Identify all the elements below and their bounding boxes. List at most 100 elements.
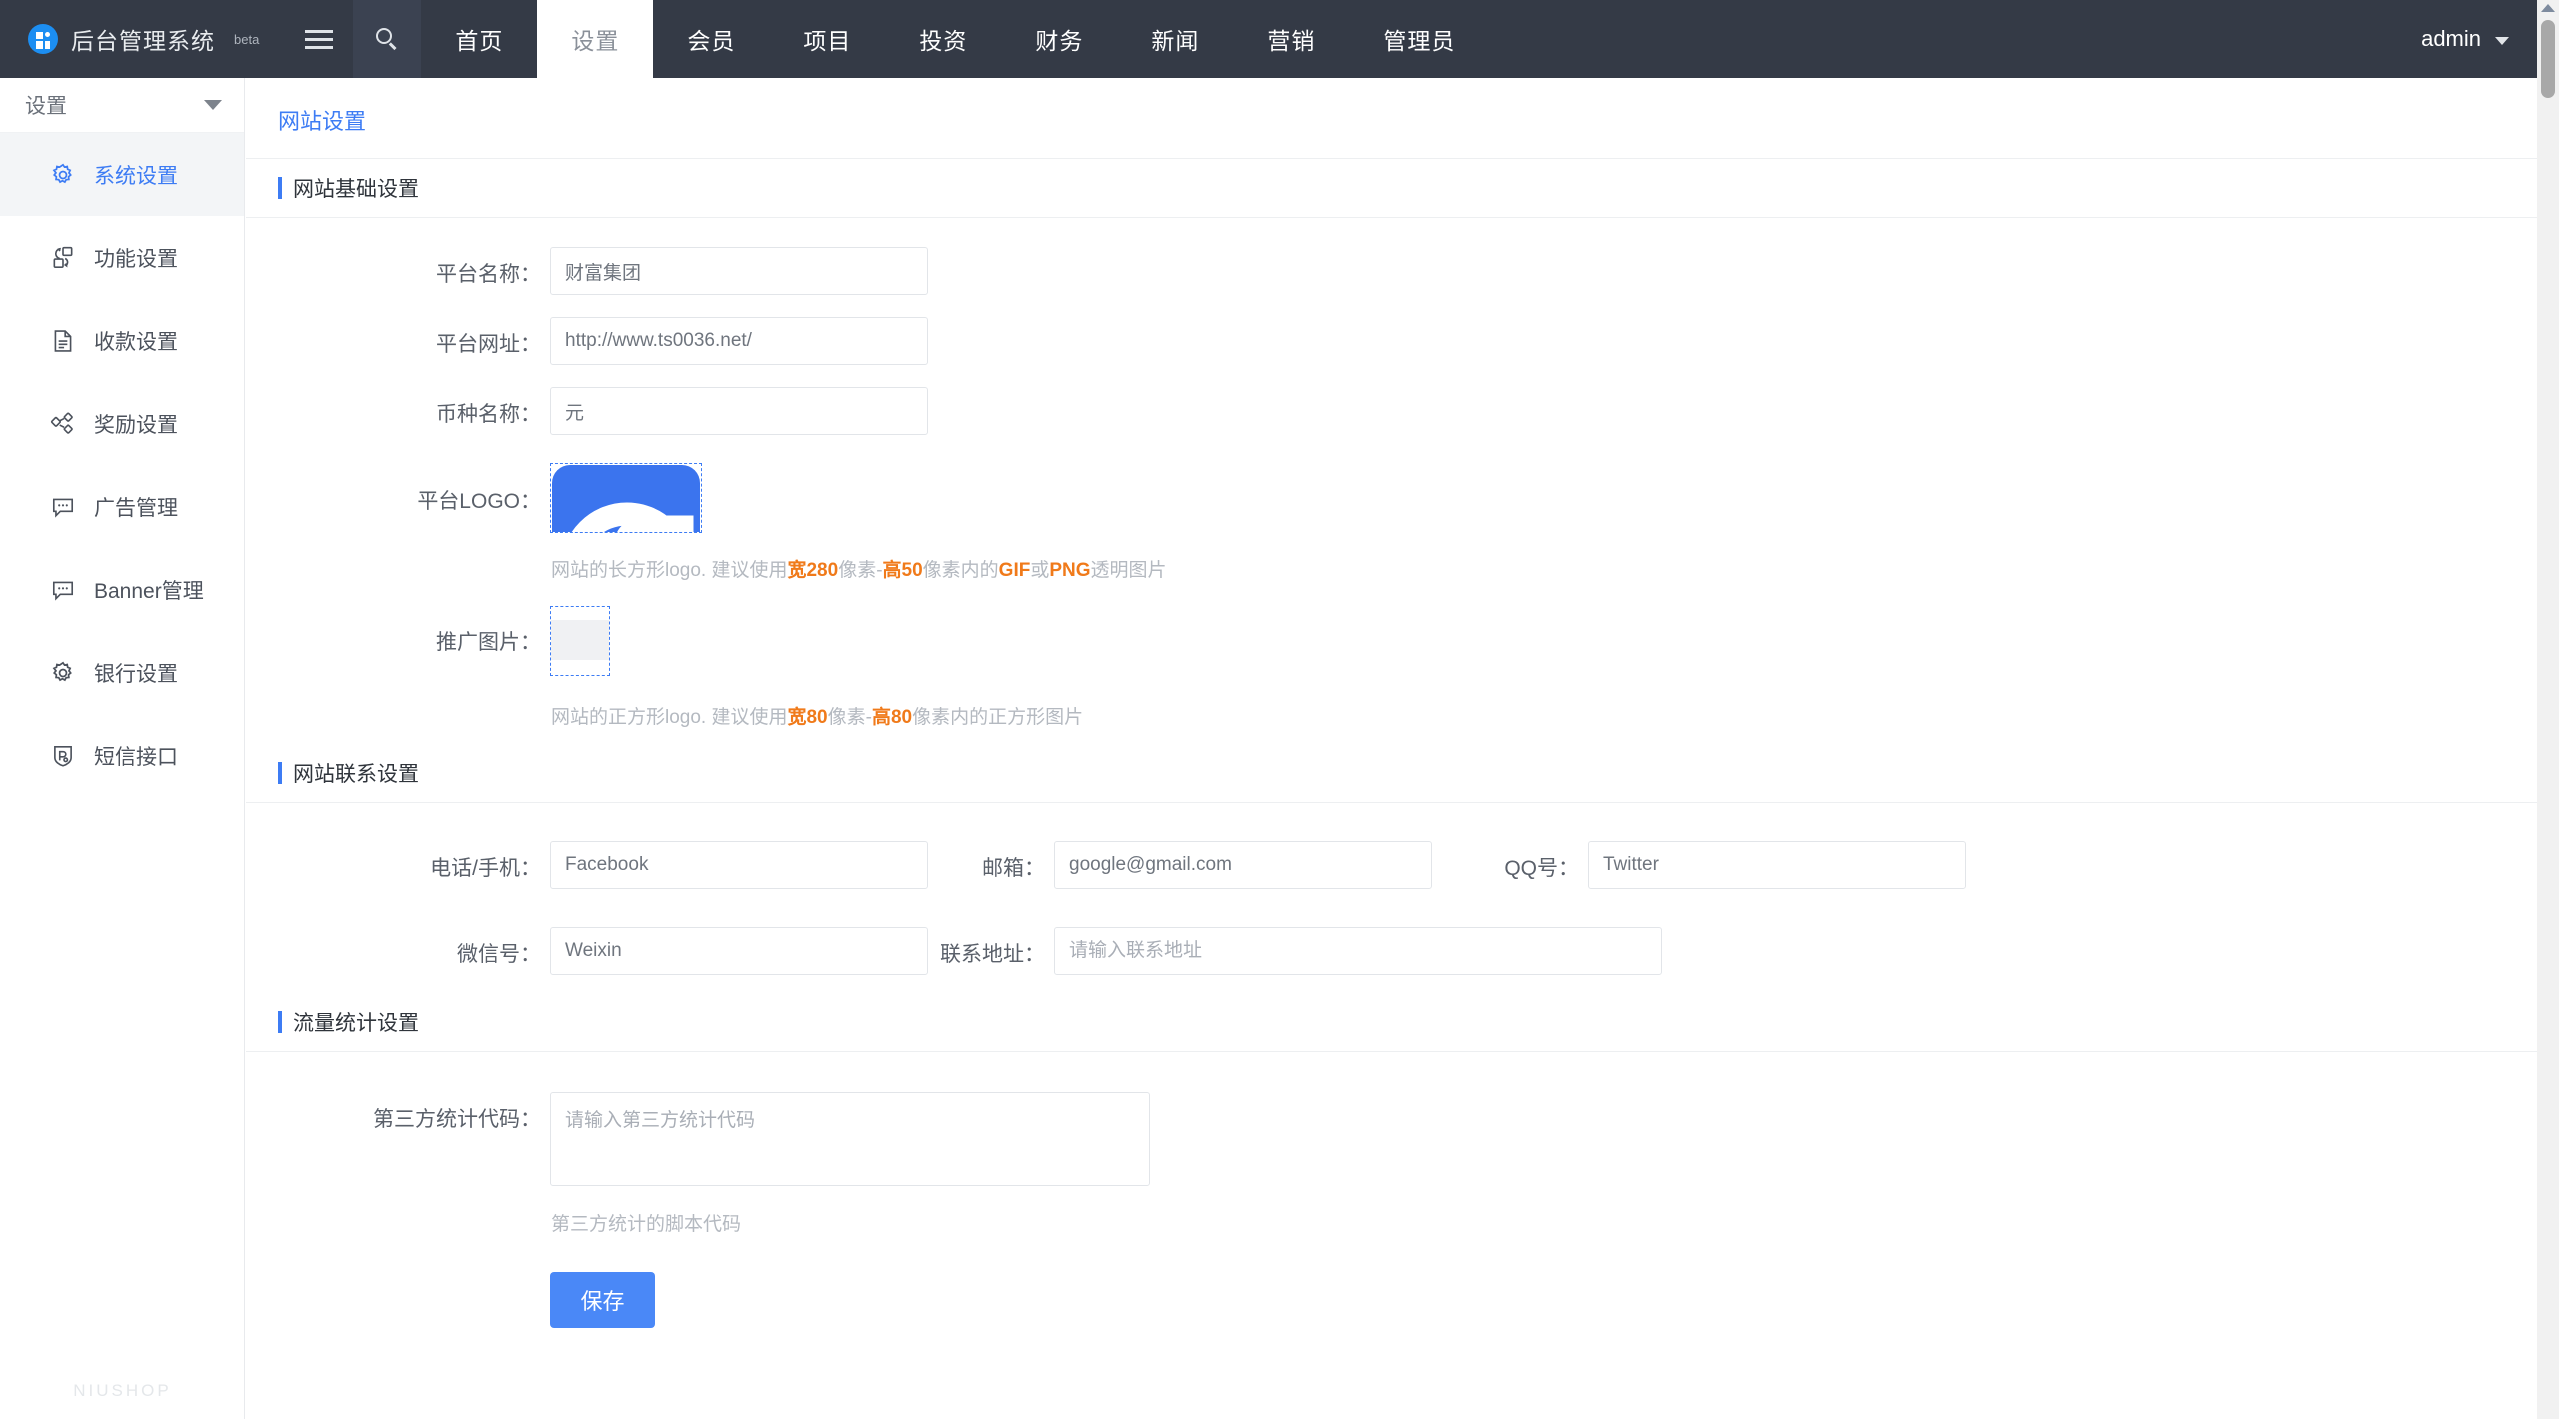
modules-icon bbox=[50, 245, 76, 271]
document-icon bbox=[50, 328, 76, 354]
platform-name-input[interactable] bbox=[550, 247, 928, 295]
sidebar-item-reward-settings[interactable]: 奖励设置 bbox=[0, 382, 244, 465]
section-accent-bar bbox=[278, 177, 282, 199]
sidebar-item-system-settings[interactable]: 系统设置 bbox=[0, 133, 244, 216]
brand-beta-tag: beta bbox=[234, 32, 259, 47]
comment-icon bbox=[50, 494, 76, 520]
actions-row: 保存 bbox=[246, 1272, 2559, 1328]
top-header-bar: 后台管理系统 beta 首页 设置 会员 项目 投资 财务 新闻 营销 管理员 … bbox=[0, 0, 2559, 78]
platform-name-label: 平台名称： bbox=[246, 247, 541, 288]
help-text-3: 像素内的正方形图片 bbox=[912, 707, 1083, 728]
sidebar-title: 设置 bbox=[25, 90, 67, 120]
sidebar-item-label: Banner管理 bbox=[94, 575, 204, 605]
field-row-platform-logo: 平台LOGO： bbox=[246, 463, 2559, 533]
shield-icon bbox=[50, 743, 76, 769]
qq-input[interactable] bbox=[1588, 841, 1966, 889]
sidebar-item-label: 银行设置 bbox=[94, 658, 178, 688]
qq-label: QQ号： bbox=[1432, 841, 1579, 882]
chevron-down-icon[interactable] bbox=[204, 100, 222, 110]
section-header-analytics: 流量统计设置 bbox=[246, 993, 2559, 1052]
sidebar-item-function-settings[interactable]: 功能设置 bbox=[0, 216, 244, 299]
help-hl-2: 高80 bbox=[872, 707, 912, 728]
email-label: 邮箱： bbox=[928, 841, 1045, 882]
page-scrollbar[interactable] bbox=[2537, 0, 2559, 1419]
currency-name-input[interactable] bbox=[550, 387, 928, 435]
nav-item-marketing[interactable]: 营销 bbox=[1233, 0, 1349, 78]
section-accent-bar bbox=[278, 762, 282, 784]
user-menu-button[interactable]: admin bbox=[2421, 26, 2509, 52]
section-title: 网站联系设置 bbox=[293, 758, 419, 788]
brand[interactable]: 后台管理系统 beta bbox=[0, 0, 285, 78]
promo-image-label: 推广图片： bbox=[246, 606, 541, 656]
sidebar-item-label: 短信接口 bbox=[94, 741, 178, 771]
help-text-3: 像素内的 bbox=[923, 560, 999, 581]
third-party-code-help-text: 第三方统计的脚本代码 bbox=[551, 1209, 741, 1236]
sidebar-watermark: NIUSHOP bbox=[0, 1381, 245, 1401]
help-text-1: 网站的长方形logo. 建议使用 bbox=[551, 560, 787, 581]
platform-logo-upload[interactable] bbox=[550, 463, 702, 533]
sidebar-item-payment-settings[interactable]: 收款设置 bbox=[0, 299, 244, 382]
help-hl-3: GIF bbox=[999, 560, 1031, 581]
help-hl-4: PNG bbox=[1049, 560, 1090, 581]
nav-item-news[interactable]: 新闻 bbox=[1117, 0, 1233, 78]
email-input[interactable] bbox=[1054, 841, 1432, 889]
field-row-analytics-code: 第三方统计代码： bbox=[246, 1092, 2559, 1186]
nav-item-settings[interactable]: 设置 bbox=[537, 0, 653, 78]
phone-input[interactable] bbox=[550, 841, 928, 889]
section-header-contact: 网站联系设置 bbox=[246, 744, 2559, 803]
help-text-4: 或 bbox=[1030, 560, 1049, 581]
sidebar-item-label: 广告管理 bbox=[94, 492, 178, 522]
save-button[interactable]: 保存 bbox=[550, 1272, 655, 1328]
currency-name-label: 币种名称： bbox=[246, 387, 541, 428]
scrollbar-thumb[interactable] bbox=[2541, 20, 2555, 98]
nav-item-home[interactable]: 首页 bbox=[421, 0, 537, 78]
phone-label: 电话/手机： bbox=[246, 841, 541, 882]
comment-icon bbox=[50, 577, 76, 603]
nav-item-projects[interactable]: 项目 bbox=[769, 0, 885, 78]
search-button[interactable] bbox=[353, 0, 421, 78]
nav-item-finance[interactable]: 财务 bbox=[1001, 0, 1117, 78]
third-party-code-textarea[interactable] bbox=[550, 1092, 1150, 1186]
scroll-up-arrow-icon[interactable] bbox=[2541, 4, 2555, 12]
promo-image-upload[interactable] bbox=[550, 606, 610, 676]
menu-toggle-button[interactable] bbox=[285, 0, 353, 78]
help-hl-1: 宽80 bbox=[787, 707, 827, 728]
sidebar-item-ad-management[interactable]: 广告管理 bbox=[0, 465, 244, 548]
help-hl-2: 高50 bbox=[883, 560, 923, 581]
page-title[interactable]: 网站设置 bbox=[246, 78, 2559, 159]
contact-row-2: 微信号： 联系地址： bbox=[246, 927, 2559, 975]
field-row-platform-url: 平台网址： bbox=[246, 317, 2559, 365]
address-label: 联系地址： bbox=[928, 927, 1045, 968]
field-row-platform-name: 平台名称： bbox=[246, 247, 2559, 295]
nav-item-members[interactable]: 会员 bbox=[653, 0, 769, 78]
field-row-currency-name: 币种名称： bbox=[246, 387, 2559, 435]
section-title: 网站基础设置 bbox=[293, 173, 419, 203]
main-navigation: 首页 设置 会员 项目 投资 财务 新闻 营销 管理员 bbox=[421, 0, 1489, 78]
user-name-label: admin bbox=[2421, 26, 2481, 52]
address-input[interactable] bbox=[1054, 927, 1662, 975]
section-accent-bar bbox=[278, 1011, 282, 1033]
platform-logo-label: 平台LOGO： bbox=[246, 463, 541, 515]
sidebar-item-label: 收款设置 bbox=[94, 326, 178, 356]
promo-image-placeholder bbox=[551, 620, 609, 660]
platform-logo-image bbox=[552, 465, 700, 533]
search-icon bbox=[376, 28, 398, 50]
sidebar-item-banner-management[interactable]: Banner管理 bbox=[0, 548, 244, 631]
sidebar-item-sms-interface[interactable]: 短信接口 bbox=[0, 714, 244, 797]
sidebar-header[interactable]: 设置 bbox=[0, 78, 244, 133]
app-logo-icon bbox=[28, 24, 58, 54]
wechat-input[interactable] bbox=[550, 927, 928, 975]
brand-title: 后台管理系统 bbox=[71, 22, 215, 56]
section-header-basic: 网站基础设置 bbox=[246, 159, 2559, 218]
platform-url-input[interactable] bbox=[550, 317, 928, 365]
platform-url-label: 平台网址： bbox=[246, 317, 541, 358]
sidebar-item-label: 奖励设置 bbox=[94, 409, 178, 439]
sidebar-item-bank-settings[interactable]: 银行设置 bbox=[0, 631, 244, 714]
reward-icon bbox=[50, 411, 76, 437]
contact-row-1: 电话/手机： 邮箱： QQ号： bbox=[246, 841, 2559, 889]
promo-help-row: 网站的正方形logo. 建议使用宽80像素-高80像素内的正方形图片 bbox=[246, 702, 2559, 729]
field-row-promo-image: 推广图片： bbox=[246, 606, 2559, 676]
nav-item-investments[interactable]: 投资 bbox=[885, 0, 1001, 78]
nav-item-admins[interactable]: 管理员 bbox=[1349, 0, 1489, 78]
section-title: 流量统计设置 bbox=[293, 1007, 419, 1037]
